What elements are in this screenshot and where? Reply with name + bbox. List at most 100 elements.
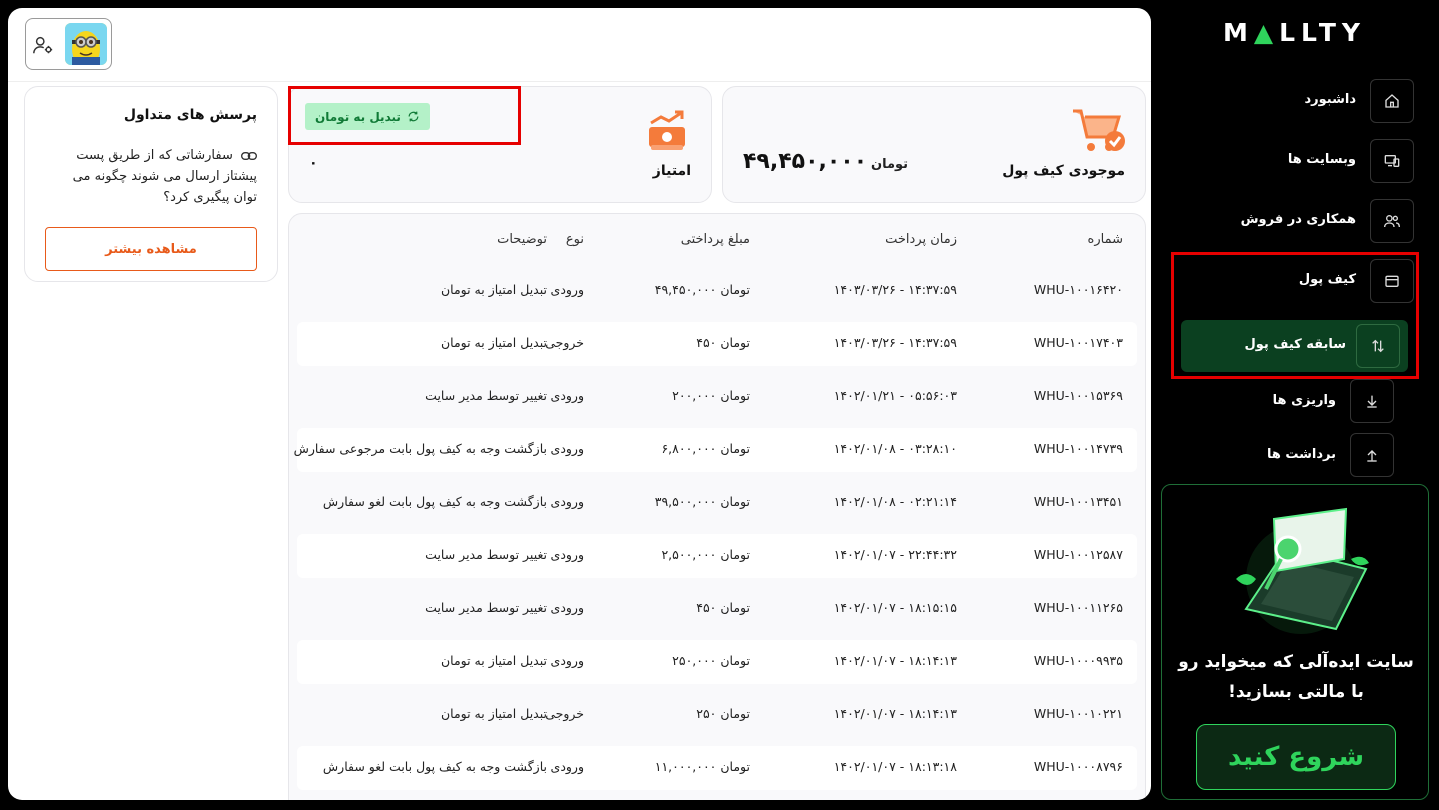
row-amount: ۲,۵۰۰,۰۰۰ تومان xyxy=(661,547,750,562)
row-id: WHU-۱۰۰۰۹۹۳۵ xyxy=(1033,653,1123,668)
table-row: WHU-۱۰۰۱۶۴۲۰ ۱۴۰۳/۰۳/۲۶ - ۱۴:۳۷:۵۹ ۴۹,۴۵۰,… xyxy=(297,269,1137,313)
row-time: ۱۴۰۲/۰۱/۰۸ - ۰۳:۲۸:۱۰ xyxy=(833,441,957,456)
table-row: WHU-۱۰۰۰۹۹۳۵ ۱۴۰۲/۰۱/۰۷ - ۱۸:۱۴:۱۳ ۲۵۰,۰۰۰… xyxy=(297,640,1137,684)
users-icon xyxy=(1370,199,1414,243)
row-desc: بازگشت وجه به کیف پول بابت لغو سفارش xyxy=(322,494,547,509)
row-amount: ۱۱,۰۰۰,۰۰۰ تومان xyxy=(654,759,750,774)
row-amount: ۶,۸۰۰,۰۰۰ تومان xyxy=(661,441,750,456)
row-time: ۱۴۰۲/۰۱/۰۷ - ۱۸:۱۴:۱۳ xyxy=(833,706,957,721)
row-time: ۱۴۰۲/۰۱/۰۷ - ۲۲:۴۴:۳۲ xyxy=(833,547,957,562)
row-id: WHU-۱۰۰۱۴۷۳۹ xyxy=(1033,441,1123,456)
row-id: WHU-۱۰۰۱۶۴۲۰ xyxy=(1033,282,1123,297)
header-type: نوع xyxy=(565,232,584,247)
row-desc: تغییر توسط مدیر سایت xyxy=(425,600,547,615)
nav-dashboard[interactable]: داشبورد xyxy=(1171,79,1414,125)
row-desc: بازگشت وجه به کیف پول بابت مرجوعی سفارش xyxy=(293,441,547,456)
row-id: WHU-۱۰۰۱۲۵۸۷ xyxy=(1033,547,1123,562)
top-bar xyxy=(8,8,1151,82)
row-type: ورودی xyxy=(550,759,584,774)
user-settings-icon xyxy=(33,36,53,54)
avatar xyxy=(65,23,107,65)
row-time: ۱۴۰۲/۰۱/۰۷ - ۱۸:۱۳:۱۸ xyxy=(833,759,957,774)
nav-deposits[interactable]: واریزی ها xyxy=(1171,379,1404,425)
user-menu-button[interactable] xyxy=(25,18,112,70)
row-desc: بازگشت وجه به کیف پول بابت لغو سفارش xyxy=(322,759,547,774)
row-amount: ۲۵۰,۰۰۰ تومان xyxy=(672,653,750,668)
points-value: ۰ xyxy=(309,155,318,171)
highlight-wallet-menu xyxy=(1171,252,1419,379)
nav-websites-label: وبسایت ها xyxy=(1287,152,1356,167)
table-row: WHU-۱۰۰۱۳۴۵۱ ۱۴۰۲/۰۱/۰۸ - ۰۲:۲۱:۱۴ ۳۹,۵۰۰,… xyxy=(297,481,1137,525)
row-type: ورودی xyxy=(550,653,584,668)
header-time: زمان پرداخت xyxy=(885,232,957,247)
row-id: WHU-۱۰۰۱۳۴۵۱ xyxy=(1033,494,1123,509)
nav-withdrawals[interactable]: برداشت ها xyxy=(1171,433,1404,479)
row-time: ۱۴۰۳/۰۳/۲۶ - ۱۴:۳۷:۵۹ xyxy=(833,282,957,297)
nav-affiliate-label: همکاری در فروش xyxy=(1240,212,1356,227)
row-type: ورودی xyxy=(550,494,584,509)
faq-card: پرسش های متداول سفارشاتی که از طریق پست … xyxy=(24,86,278,282)
row-time: ۱۴۰۲/۰۱/۰۸ - ۰۲:۲۱:۱۴ xyxy=(833,494,957,509)
table-row: WHU-۱۰۰۱۲۵۸۷ ۱۴۰۲/۰۱/۰۷ - ۲۲:۴۴:۳۲ ۲,۵۰۰,۰… xyxy=(297,534,1137,578)
table-row: WHU-۱۰۰۱۷۴۰۳ ۱۴۰۳/۰۳/۲۶ - ۱۴:۳۷:۵۹ ۴۵۰ توم… xyxy=(297,322,1137,366)
row-type: خروجی xyxy=(545,706,584,721)
logo-triangle-icon: ▲ xyxy=(1253,18,1280,47)
home-icon xyxy=(1370,79,1414,123)
nav-websites[interactable]: وبسایت ها xyxy=(1171,139,1414,185)
row-amount: ۳۹,۵۰۰,۰۰۰ تومان xyxy=(654,494,750,509)
nav-withdrawals-label: برداشت ها xyxy=(1266,447,1336,462)
shopping-cart-icon xyxy=(1073,109,1125,151)
logo-text-2: LLTY xyxy=(1279,18,1367,47)
nav-dashboard-label: داشبورد xyxy=(1304,92,1356,107)
row-desc: تغییر توسط مدیر سایت xyxy=(425,547,547,562)
row-type: ورودی xyxy=(550,547,584,562)
get-started-button[interactable]: شروع کنید xyxy=(1196,724,1396,790)
row-desc: تبدیل امتیاز به تومان xyxy=(440,282,547,297)
arrow-down-icon xyxy=(1350,379,1394,423)
row-type: ورودی xyxy=(550,441,584,456)
row-id: WHU-۱۰۰۱۷۴۰۳ xyxy=(1033,335,1123,350)
header-id: شماره xyxy=(1087,232,1123,247)
devices-icon xyxy=(1370,139,1414,183)
row-type: ورودی xyxy=(550,388,584,403)
row-desc: تبدیل امتیاز به تومان xyxy=(440,335,547,350)
promo-banner: سایت ایده‌آلی که میخواید رو با مالتی بسا… xyxy=(1161,484,1429,800)
row-type: خروجی xyxy=(545,335,584,350)
table-row: WHU-۱۰۰۱۵۳۶۹ ۱۴۰۲/۰۱/۲۱ - ۰۵:۵۶:۰۳ ۲۰۰,۰۰۰… xyxy=(297,375,1137,419)
nav-affiliate[interactable]: همکاری در فروش xyxy=(1171,199,1414,245)
wallet-unit: تومان xyxy=(871,157,909,172)
laptop-illustration-icon xyxy=(1236,507,1369,634)
row-id: WHU-۱۰۰۱۵۳۶۹ xyxy=(1033,388,1123,403)
row-id: WHU-۱۰۰۰۸۷۹۶ xyxy=(1033,759,1123,774)
logo-text-1: M xyxy=(1223,18,1254,47)
faq-title: پرسش های متداول xyxy=(123,107,257,123)
row-type: ورودی xyxy=(550,282,584,297)
row-desc: تغییر توسط مدیر سایت xyxy=(425,388,547,403)
row-amount: ۴۵۰ تومان xyxy=(696,600,750,615)
table-header: شماره زمان پرداخت مبلغ پرداختی نوع توضیح… xyxy=(297,232,1137,260)
mallty-logo[interactable]: M▲LLTY xyxy=(1223,18,1366,47)
row-time: ۱۴۰۲/۰۱/۰۷ - ۱۸:۱۵:۱۵ xyxy=(833,600,957,615)
row-amount: ۲۵۰ تومان xyxy=(696,706,750,721)
link-icon xyxy=(241,151,257,160)
promo-text: سایت ایده‌آلی که میخواید رو با مالتی بسا… xyxy=(1178,652,1414,702)
highlight-convert xyxy=(288,86,521,145)
wallet-balance-label: موجودی کیف پول xyxy=(1002,163,1125,179)
sidebar: M▲LLTY داشبورد وبسایت ها همکاری در فروش … xyxy=(1151,0,1439,810)
nav-deposits-label: واریزی ها xyxy=(1272,393,1336,408)
table-row: WHU-۱۰۰۱۰۲۲۱ ۱۴۰۲/۰۱/۰۷ - ۱۸:۱۴:۱۳ ۲۵۰ توم… xyxy=(297,693,1137,737)
table-row: WHU-۱۰۰۱۱۲۶۵ ۱۴۰۲/۰۱/۰۷ - ۱۸:۱۵:۱۵ ۴۵۰ توم… xyxy=(297,587,1137,631)
row-amount: ۴۵۰ تومان xyxy=(696,335,750,350)
row-amount: ۲۰۰,۰۰۰ تومان xyxy=(672,388,750,403)
points-label: امتیاز xyxy=(652,163,691,179)
main-panel: پرسش های متداول سفارشاتی که از طریق پست … xyxy=(8,8,1151,800)
view-more-button[interactable]: مشاهده بیشتر xyxy=(45,227,257,271)
arrow-up-icon xyxy=(1350,433,1394,477)
row-type: ورودی xyxy=(550,600,584,615)
wallet-balance-value: ۴۹,۴۵۰,۰۰۰ xyxy=(743,149,868,174)
faq-question[interactable]: سفارشاتی که از طریق پست پیشتاز ارسال می … xyxy=(47,145,257,208)
wallet-history-table: شماره زمان پرداخت مبلغ پرداختی نوع توضیح… xyxy=(288,213,1146,800)
row-time: ۱۴۰۲/۰۱/۰۷ - ۱۸:۱۴:۱۳ xyxy=(833,653,957,668)
faq-question-text: سفارشاتی که از طریق پست پیشتاز ارسال می … xyxy=(72,148,257,205)
table-row: WHU-۱۰۰۰۸۷۹۶ ۱۴۰۲/۰۱/۰۷ - ۱۸:۱۳:۱۸ ۱۱,۰۰۰,… xyxy=(297,746,1137,790)
